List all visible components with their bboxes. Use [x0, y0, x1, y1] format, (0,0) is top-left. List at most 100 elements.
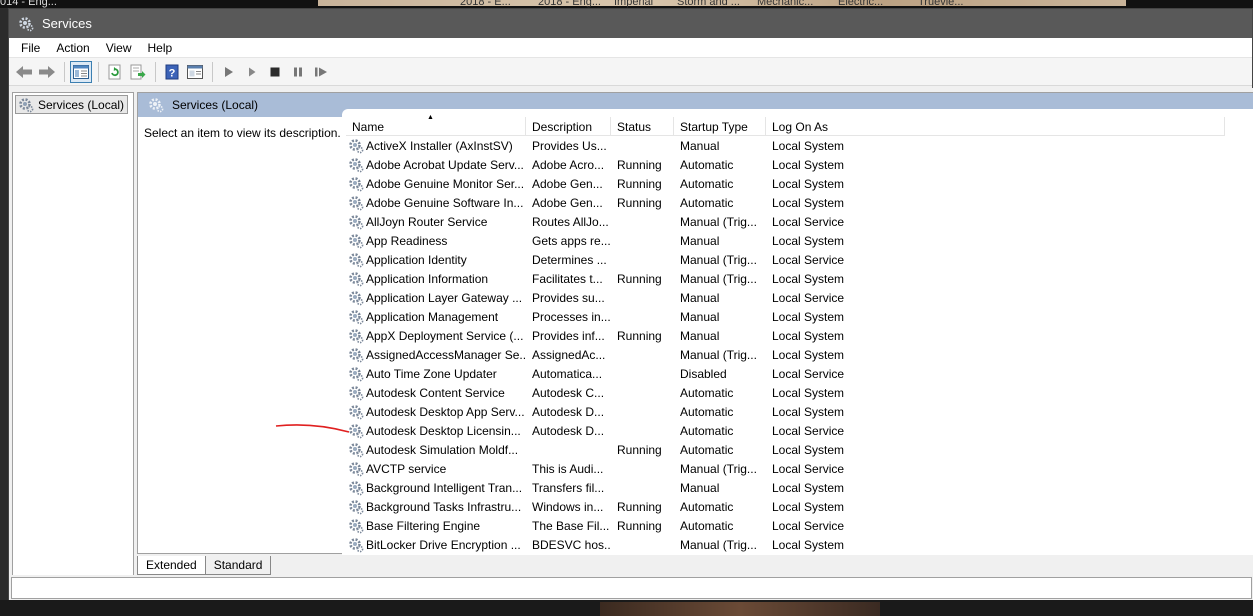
pause-service-button[interactable]: [287, 61, 309, 83]
service-name-cell: Application Management: [346, 309, 526, 325]
stop-service-button[interactable]: [264, 61, 286, 83]
service-name-cell: BitLocker Drive Encryption ...: [346, 537, 526, 553]
service-row[interactable]: Autodesk Desktop App Serv... Autodesk D..…: [346, 402, 866, 421]
service-row[interactable]: AVCTP service This is Audi... Manual (Trig…: [346, 459, 866, 478]
service-row[interactable]: Adobe Acrobat Update Serv... Adobe Acro..…: [346, 155, 866, 174]
service-gear-icon: [349, 309, 364, 324]
desktop-bottom-edge: [0, 600, 1253, 616]
service-row[interactable]: AllJoyn Router Service Routes AllJo... Man…: [346, 212, 866, 231]
menu-help[interactable]: Help: [140, 41, 181, 55]
toolbar-separator: [155, 61, 156, 82]
service-gear-icon: [349, 176, 364, 191]
service-gear-icon: [349, 480, 364, 495]
service-gear-icon: [349, 233, 364, 248]
service-description: Provides Us...: [532, 138, 607, 153]
service-gear-icon: [349, 385, 364, 400]
service-row[interactable]: Autodesk Desktop Licensin... Autodesk D..…: [346, 421, 866, 440]
column-header-name[interactable]: ▲ Name: [346, 114, 526, 136]
service-name: AllJoyn Router Service: [366, 214, 488, 229]
service-description: Provides inf...: [532, 328, 605, 343]
service-gear-icon: [349, 271, 364, 286]
service-row[interactable]: AssignedAccessManager Se... AssignedAc...…: [346, 345, 866, 364]
service-row[interactable]: Background Tasks Infrastru... Windows in.…: [346, 497, 866, 516]
service-log-on-as: Local Service: [772, 461, 845, 476]
service-name-cell: App Readiness: [346, 233, 526, 249]
services-gear-icon: [19, 97, 34, 112]
tree-item-label: Services (Local): [38, 97, 125, 112]
properties-window-icon: [187, 64, 203, 79]
service-gear-icon: [349, 366, 364, 381]
service-name-cell: Autodesk Desktop Licensin...: [346, 423, 526, 439]
service-gear-icon: [349, 138, 364, 153]
title-bar[interactable]: Services: [9, 9, 1252, 38]
service-row[interactable]: AppX Deployment Service (... Provides inf…: [346, 326, 866, 345]
service-row[interactable]: Auto Time Zone Updater Automatica... Disab…: [346, 364, 866, 383]
service-startup-type: Automatic: [680, 423, 734, 438]
service-description: Determines ...: [532, 252, 607, 267]
menu-file[interactable]: File: [13, 41, 48, 55]
service-gear-icon: [349, 347, 364, 362]
service-row[interactable]: Application Information Facilitates t... R…: [346, 269, 866, 288]
service-log-on-as: Local System: [772, 347, 845, 362]
service-name: AVCTP service: [366, 461, 447, 476]
start-service-button[interactable]: [218, 61, 240, 83]
column-header-description[interactable]: Description: [526, 117, 611, 136]
menu-view[interactable]: View: [98, 41, 140, 55]
help-button[interactable]: ?: [161, 61, 183, 83]
forward-button[interactable]: [36, 61, 58, 83]
service-startup-type: Manual: [680, 233, 720, 248]
back-button[interactable]: [13, 61, 35, 83]
tab-standard[interactable]: Standard: [204, 556, 272, 575]
toolbar-separator: [64, 61, 65, 82]
export-list-button[interactable]: [127, 61, 149, 83]
show-hide-console-tree-button[interactable]: [70, 60, 92, 83]
service-description: Facilitates t...: [532, 271, 603, 286]
service-log-on-as: Local System: [772, 309, 845, 324]
service-row[interactable]: Adobe Genuine Software In... Adobe Gen...…: [346, 193, 866, 212]
service-name-cell: Application Layer Gateway ...: [346, 290, 526, 306]
service-row[interactable]: Adobe Genuine Monitor Ser... Adobe Gen...…: [346, 174, 866, 193]
menu-action[interactable]: Action: [48, 41, 97, 55]
service-gear-icon: [349, 328, 364, 343]
service-description: Autodesk D...: [532, 423, 605, 438]
service-description: Autodesk C...: [532, 385, 605, 400]
service-row[interactable]: App Readiness Gets apps re... Manual Local …: [346, 231, 866, 250]
service-log-on-as: Local System: [772, 176, 845, 191]
service-gear-icon: [349, 404, 364, 419]
service-name: Adobe Genuine Monitor Ser...: [366, 176, 525, 191]
service-row[interactable]: Base Filtering Engine The Base Fil... Runn…: [346, 516, 866, 535]
taskbar-fragment: Storm and ...: [677, 0, 740, 8]
service-startup-type: Manual (Trig...: [680, 537, 757, 552]
start-service-alt-button[interactable]: [241, 61, 263, 83]
services-list: ▲ Name Description Status Startup Type L…: [342, 109, 1253, 555]
service-row[interactable]: Application Management Processes in... Man…: [346, 307, 866, 326]
column-header-log-on-as[interactable]: Log On As: [766, 117, 1225, 136]
column-header-startup-type[interactable]: Startup Type: [674, 117, 766, 136]
service-row[interactable]: Autodesk Simulation Moldf... Running Autom…: [346, 440, 866, 459]
console-tree: Services (Local): [12, 92, 134, 578]
service-row[interactable]: Background Intelligent Tran... Transfers …: [346, 478, 866, 497]
service-name-cell: ActiveX Installer (AxInstSV): [346, 138, 526, 154]
service-startup-type: Manual (Trig...: [680, 271, 757, 286]
refresh-button[interactable]: [104, 61, 126, 83]
service-name: Application Layer Gateway ...: [366, 290, 523, 305]
status-bar: [9, 575, 1253, 600]
service-row[interactable]: Application Identity Determines ... Manual…: [346, 250, 866, 269]
service-log-on-as: Local System: [772, 271, 845, 286]
tree-item-services-local[interactable]: Services (Local): [15, 95, 129, 114]
export-list-icon: [130, 64, 146, 79]
column-header-status[interactable]: Status: [611, 117, 674, 136]
column-header-row: ▲ Name Description Status Startup Type L…: [346, 114, 1225, 136]
service-log-on-as: Local System: [772, 442, 845, 457]
service-row[interactable]: ActiveX Installer (AxInstSV) Provides Us.…: [346, 136, 866, 155]
stop-icon: [270, 67, 280, 76]
service-gear-icon: [349, 537, 364, 552]
properties-button[interactable]: [184, 61, 206, 83]
restart-service-button[interactable]: [310, 61, 332, 83]
service-row[interactable]: Autodesk Content Service Autodesk C... Aut…: [346, 383, 866, 402]
service-row[interactable]: BitLocker Drive Encryption ... BDESVC hos…: [346, 535, 866, 554]
service-startup-type: Manual: [680, 138, 720, 153]
tab-extended[interactable]: Extended: [137, 556, 206, 575]
service-name-cell: AVCTP service: [346, 461, 526, 477]
service-row[interactable]: Application Layer Gateway ... Provides su…: [346, 288, 866, 307]
